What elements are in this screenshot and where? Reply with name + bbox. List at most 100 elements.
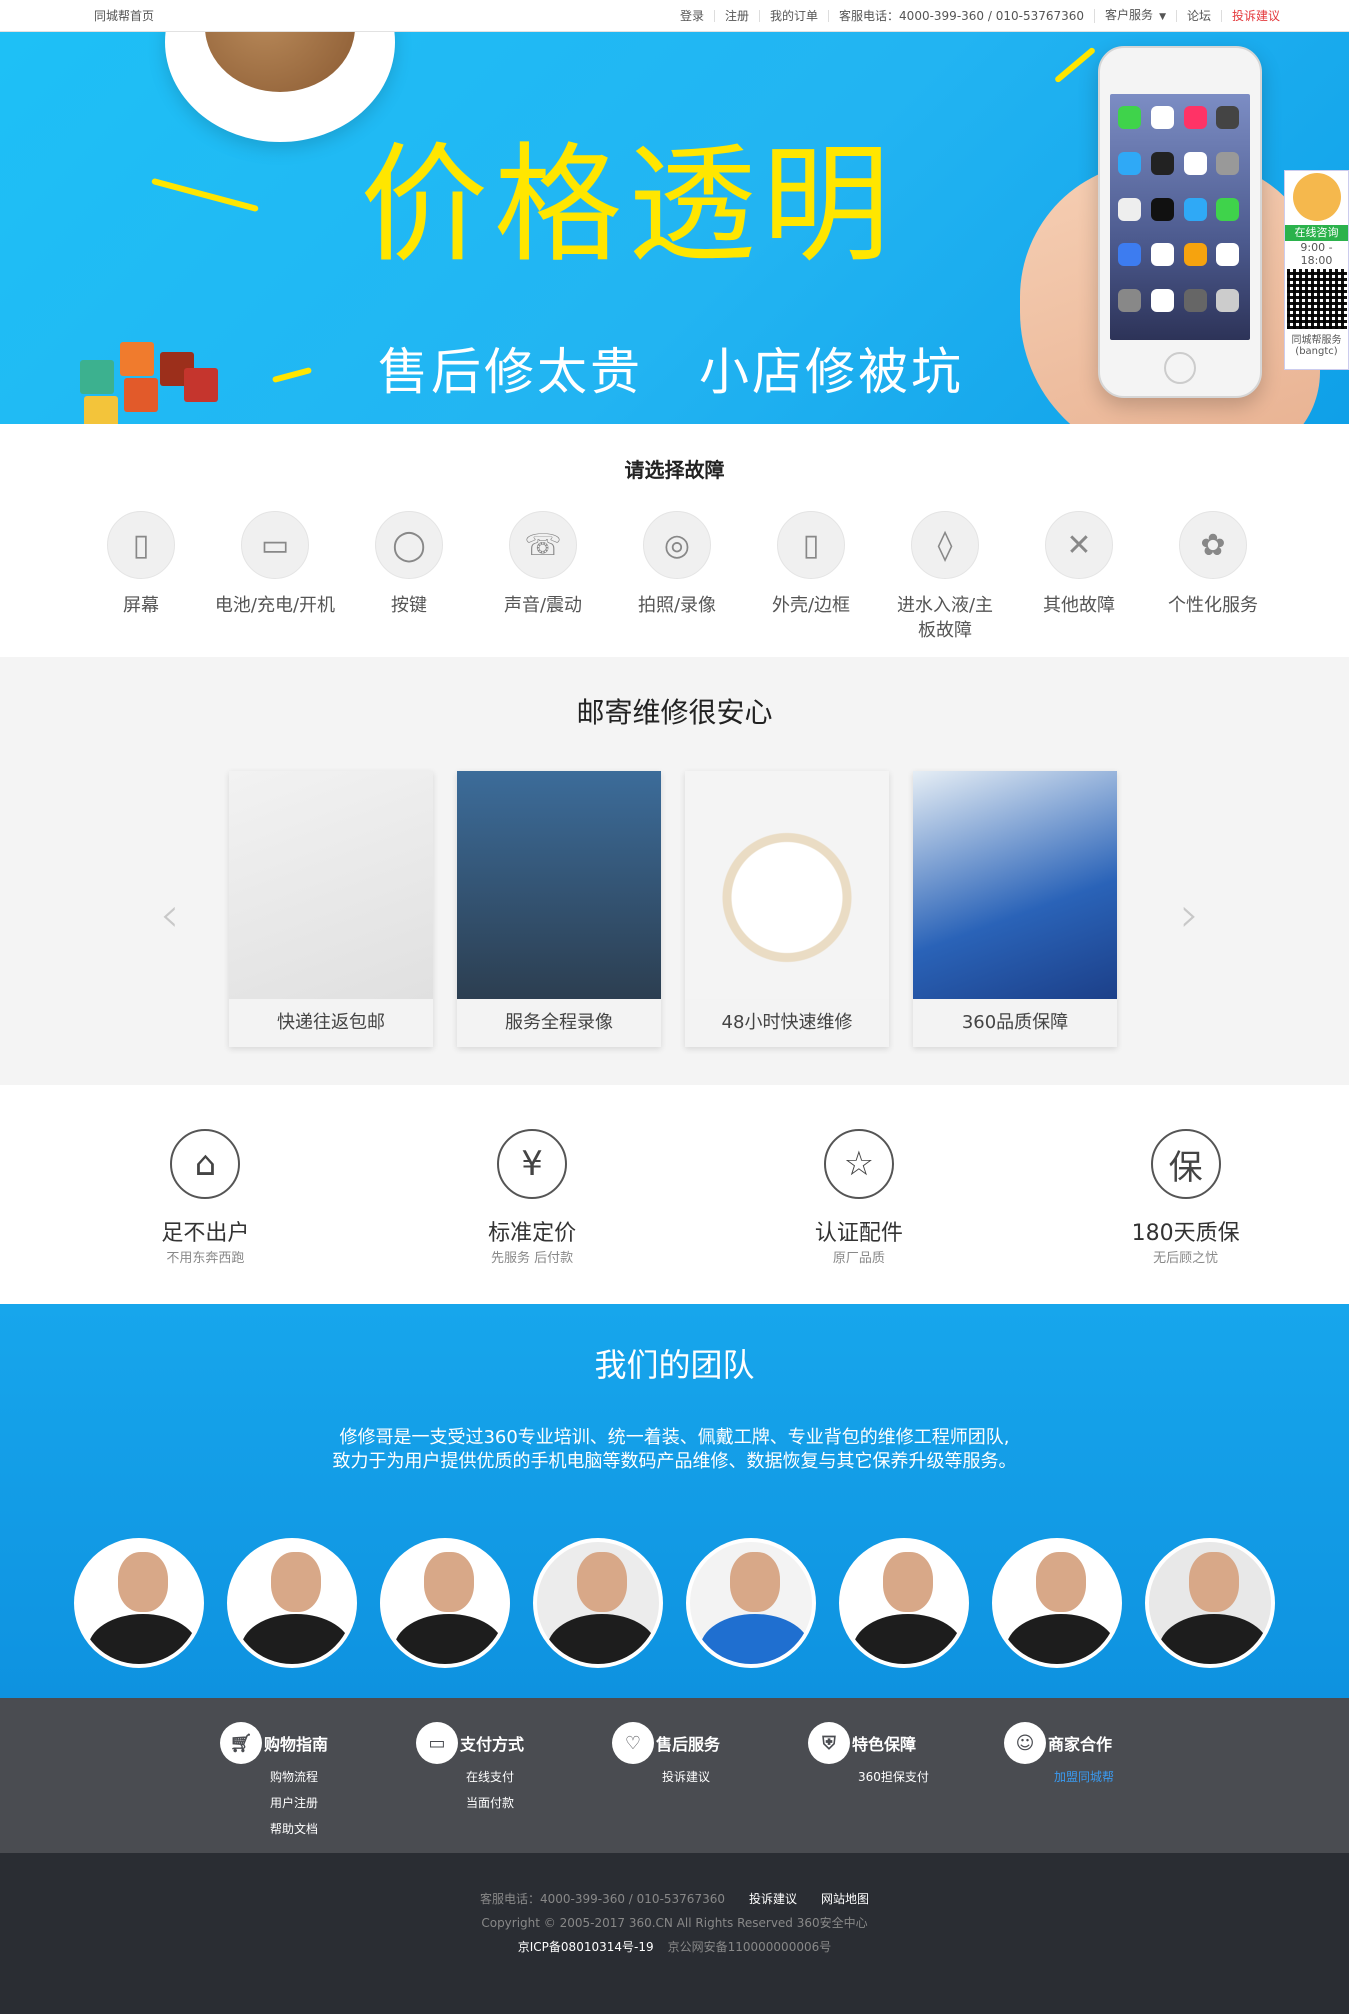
- mail-card[interactable]: 服务全程录像: [457, 771, 661, 1047]
- fault-item-camera[interactable]: ◎ 拍照/录像: [610, 511, 744, 643]
- customer-service-menu[interactable]: 客户服务 ▼: [1094, 9, 1176, 23]
- footer-col-guarantee: ⛨ 特色保障 360担保支付: [808, 1722, 1004, 1853]
- fault-item-water[interactable]: ◊ 进水入液/主板故障: [878, 511, 1012, 643]
- cubes-decoration: [80, 332, 230, 424]
- footer-link[interactable]: 加盟同城帮: [1054, 1764, 1200, 1790]
- feature-item: ⌂ 足不出户 不用东奔西跑: [42, 1129, 369, 1304]
- fault-item-frame[interactable]: ▯ 外壳/边框: [744, 511, 878, 643]
- mail-repair-section: 邮寄维修很安心 ‹ 快递往返包邮 服务全程录像 48小时快速维修 360品质保障…: [0, 657, 1349, 1085]
- fault-label: 个性化服务: [1168, 595, 1258, 616]
- fault-label: 进水入液/主板故障: [896, 595, 994, 641]
- chevron-down-icon: ▼: [1159, 12, 1166, 22]
- mail-card[interactable]: 48小时快速维修: [685, 771, 889, 1047]
- mail-card[interactable]: 快递往返包邮: [229, 771, 433, 1047]
- home-button-icon: [1164, 352, 1196, 384]
- team-member-avatar: [227, 1538, 357, 1668]
- my-orders-link[interactable]: 我的订单: [759, 10, 828, 22]
- heart-icon: ♡: [612, 1722, 654, 1764]
- hero-banner: 价格透明 售后修太贵 小店修被坑 在线咨询 9:00 - 18:00 同城帮服务(…: [0, 32, 1349, 424]
- star-icon: ☆: [823, 1129, 894, 1199]
- feature-item: ☆ 认证配件原厂品质: [696, 1129, 1023, 1304]
- fault-label: 按键: [391, 595, 427, 616]
- feature-item: ¥ 标准定价 先服务 后付款: [369, 1129, 696, 1304]
- shield-icon: ⛨: [808, 1722, 850, 1764]
- complaint-link[interactable]: 投诉建议: [1221, 10, 1290, 22]
- footer-col-guide: 🛒︎ 购物指南 购物流程 用户注册 帮助文档: [220, 1722, 416, 1853]
- feature-sub: 原厂品质: [832, 1251, 885, 1266]
- footer-link[interactable]: 帮助文档: [270, 1816, 416, 1842]
- courier-image: [229, 771, 433, 1001]
- team-member-avatar: [686, 1538, 816, 1668]
- banner-headline: 价格透明: [360, 131, 897, 280]
- fault-item-custom[interactable]: ✿ 个性化服务: [1146, 511, 1280, 643]
- footer-hotline: 客服电话：4000-399-360 / 010-53767360: [479, 1892, 725, 1906]
- footer-link[interactable]: 投诉建议: [662, 1764, 808, 1790]
- fault-item-battery[interactable]: ▭ 电池/充电/开机: [208, 511, 342, 643]
- bolt-decoration: [151, 177, 259, 213]
- team-member-avatar: [992, 1538, 1122, 1668]
- card-caption: 48小时快速维修: [685, 999, 889, 1047]
- police-record: 京公网安备110000000006号: [667, 1940, 832, 1954]
- fault-item-screen[interactable]: ▯ 屏幕: [74, 511, 208, 643]
- top-bar: 同城帮首页 登录 注册 我的订单 客服电话：4000-399-360 / 010…: [0, 0, 1349, 32]
- feature-title: 认证配件: [814, 1221, 903, 1246]
- fault-item-other[interactable]: ✕ 其他故障: [1012, 511, 1146, 643]
- footer-link[interactable]: 购物流程: [270, 1764, 416, 1790]
- team-section: 我们的团队 修修哥是一支受过360专业培训、统一着装、佩戴工牌、专业背包的维修工…: [0, 1304, 1349, 1698]
- feature-title: 标准定价: [488, 1221, 577, 1246]
- team-title: 我们的团队: [594, 1346, 755, 1384]
- consult-hours: 9:00 - 18:00: [1300, 241, 1333, 267]
- footer-link[interactable]: 360担保支付: [858, 1764, 1004, 1790]
- team-line-1: 修修哥是一支受过360专业培训、统一着装、佩戴工牌、专业背包的维修工程师团队,: [339, 1427, 1010, 1448]
- consult-tag[interactable]: 在线咨询: [1285, 225, 1348, 241]
- customer-service-label: 客户服务: [1105, 8, 1154, 22]
- footer-col-title: 购物指南: [264, 1735, 329, 1754]
- footer-link[interactable]: 用户注册: [270, 1790, 416, 1816]
- icp-link[interactable]: 京ICP备08010314号-19: [518, 1940, 654, 1954]
- forum-link[interactable]: 论坛: [1175, 10, 1221, 22]
- footer-nav: 🛒︎ 购物指南 购物流程 用户注册 帮助文档 ▭ 支付方式 在线支付 当面付款 ♡ 售…: [0, 1698, 1349, 1853]
- fault-label: 电池/充电/开机: [214, 595, 336, 616]
- footer-complaint-link[interactable]: 投诉建议: [749, 1892, 797, 1906]
- fault-item-button[interactable]: ◯ 按键: [342, 511, 476, 643]
- fault-label: 拍照/录像: [637, 595, 717, 616]
- chevron-left-icon[interactable]: ‹: [160, 887, 179, 943]
- card-caption: 服务全程录像: [457, 999, 661, 1047]
- mail-section-title: 邮寄维修很安心: [576, 696, 773, 729]
- footer-link[interactable]: 在线支付: [466, 1764, 612, 1790]
- yuan-icon: ¥: [497, 1129, 568, 1199]
- online-consult-widget[interactable]: 在线咨询 9:00 - 18:00 同城帮服务(bangtc): [1284, 170, 1349, 370]
- fault-item-sound[interactable]: ☏ 声音/震动: [476, 511, 610, 643]
- card-caption: 快递往返包邮: [229, 999, 433, 1047]
- copyright-line-3: 京ICP备08010314号-19 京公网安备110000000006号: [0, 1935, 1349, 1959]
- card-icon: ▭: [416, 1722, 458, 1764]
- feature-title: 180天质保: [1131, 1221, 1240, 1246]
- feature-sub: 无后顾之忧: [1153, 1251, 1219, 1266]
- fault-label: 外壳/边框: [771, 595, 851, 616]
- home-link[interactable]: 同城帮首页: [94, 7, 154, 24]
- chevron-right-icon[interactable]: ›: [1180, 887, 1199, 943]
- phone-call-icon: ☏: [509, 511, 577, 579]
- top-nav: 登录 注册 我的订单 客服电话：4000-399-360 / 010-53767…: [670, 0, 1290, 32]
- mail-card[interactable]: 360品质保障: [913, 771, 1117, 1047]
- team-member-avatar: [839, 1538, 969, 1668]
- team-member-avatar: [533, 1538, 663, 1668]
- team-description: 修修哥是一支受过360专业培训、统一着装、佩戴工牌、专业背包的维修工程师团队, …: [0, 1426, 1349, 1474]
- alarm-clock-image: [685, 771, 889, 1001]
- footer-col-title: 特色保障: [852, 1735, 917, 1754]
- footer-sitemap-link[interactable]: 网站地图: [821, 1892, 869, 1906]
- fault-label: 其他故障: [1043, 595, 1115, 616]
- technicians-image: [913, 771, 1117, 1001]
- footer-col-partner: ☺ 商家合作 加盟同城帮: [1004, 1722, 1200, 1853]
- fault-section-title: 请选择故障: [624, 458, 725, 482]
- fault-list: ▯ 屏幕 ▭ 电池/充电/开机 ◯ 按键 ☏ 声音/震动 ◎ 拍照/录像 ▯ 外壳/边框 ◊…: [74, 511, 1349, 643]
- footer-col-title: 商家合作: [1048, 1735, 1113, 1754]
- banner-sub-1: 售后修太贵: [378, 343, 643, 401]
- register-link[interactable]: 注册: [714, 10, 759, 22]
- footer-link[interactable]: 当面付款: [466, 1790, 612, 1816]
- tools-icon: ✕: [1045, 511, 1113, 579]
- fault-label: 屏幕: [123, 595, 159, 616]
- mascot-icon: [1292, 173, 1341, 221]
- login-link[interactable]: 登录: [670, 10, 714, 22]
- power-button-icon: ◯: [375, 511, 443, 579]
